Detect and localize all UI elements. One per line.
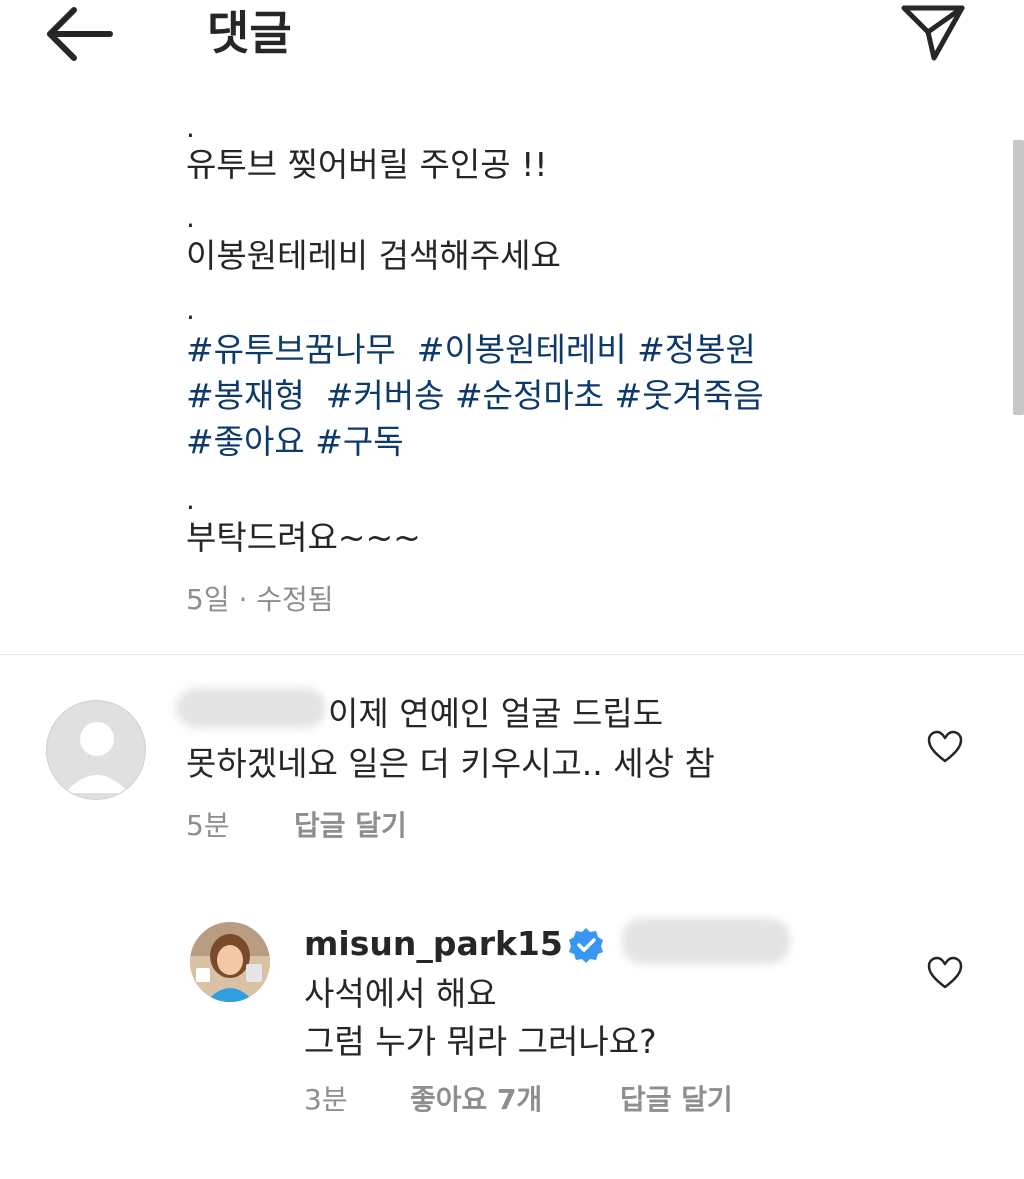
page-title: 댓글: [207, 6, 292, 60]
hashtag-link[interactable]: #이봉원테레비: [417, 330, 627, 369]
comment-username[interactable]: misun_park15: [304, 920, 563, 968]
reply-button[interactable]: 답글 달기: [620, 1082, 733, 1118]
avatar[interactable]: [46, 700, 146, 800]
hashtag-link[interactable]: #좋아요: [186, 422, 305, 461]
hashtag-row: #좋아요 #구독: [186, 422, 404, 462]
blurred-mention: [622, 918, 790, 964]
hashtag-link[interactable]: #구독: [315, 422, 403, 461]
caption-dot: .: [186, 293, 195, 326]
hashtag-link[interactable]: #순정마초: [455, 376, 604, 415]
caption-line: 이봉원테레비 검색해주세요: [186, 236, 561, 275]
caption-meta: 5일 · 수정됨: [186, 583, 334, 616]
caption-dot: .: [186, 111, 195, 144]
hashtag-link[interactable]: #정봉원: [637, 330, 756, 369]
divider: [0, 654, 1024, 655]
hashtag-row: #봉재형 #커버송 #순정마초 #웃겨죽음: [186, 376, 764, 416]
heart-icon[interactable]: [927, 956, 963, 990]
hashtag-link[interactable]: #커버송: [326, 376, 445, 415]
comment-text: 못하겠네요 일은 더 키우시고.. 세상 참: [186, 744, 715, 783]
header-bar: 댓글: [0, 0, 1024, 70]
profile-photo: [190, 922, 270, 1002]
hashtag-link[interactable]: #봉재형: [186, 376, 305, 415]
caption-line: 부탁드려요~~~: [186, 518, 421, 557]
verified-badge-icon: [569, 928, 603, 963]
paper-plane-icon[interactable]: [898, 0, 968, 62]
comment-text: 그럼 누가 뭐라 그러나요?: [304, 1022, 657, 1061]
hashtag-link[interactable]: #유투브꿈나무: [186, 330, 396, 369]
caption-dot: .: [186, 201, 195, 234]
hashtag-row: #유투브꿈나무 #이봉원테레비 #정봉원: [186, 330, 756, 370]
scrollbar[interactable]: [1013, 140, 1024, 415]
comment-time: 3분: [304, 1083, 348, 1116]
likes-count[interactable]: 좋아요 7개: [410, 1082, 542, 1118]
reply-button[interactable]: 답글 달기: [294, 808, 407, 844]
caption-dot: .: [186, 483, 195, 516]
comment-text: 사석에서 해요: [304, 974, 497, 1013]
heart-icon[interactable]: [927, 730, 963, 764]
avatar[interactable]: [190, 922, 270, 1002]
blurred-username: [176, 688, 326, 728]
comment-text: 이제 연예인 얼굴 드립도: [328, 694, 664, 733]
caption-line: 유투브 찢어버릴 주인공 !!: [186, 145, 548, 184]
hashtag-link[interactable]: #웃겨죽음: [615, 376, 764, 415]
arrow-left-icon[interactable]: [40, 2, 116, 66]
default-avatar-icon: [47, 701, 145, 799]
comment-time: 5분: [186, 809, 230, 842]
